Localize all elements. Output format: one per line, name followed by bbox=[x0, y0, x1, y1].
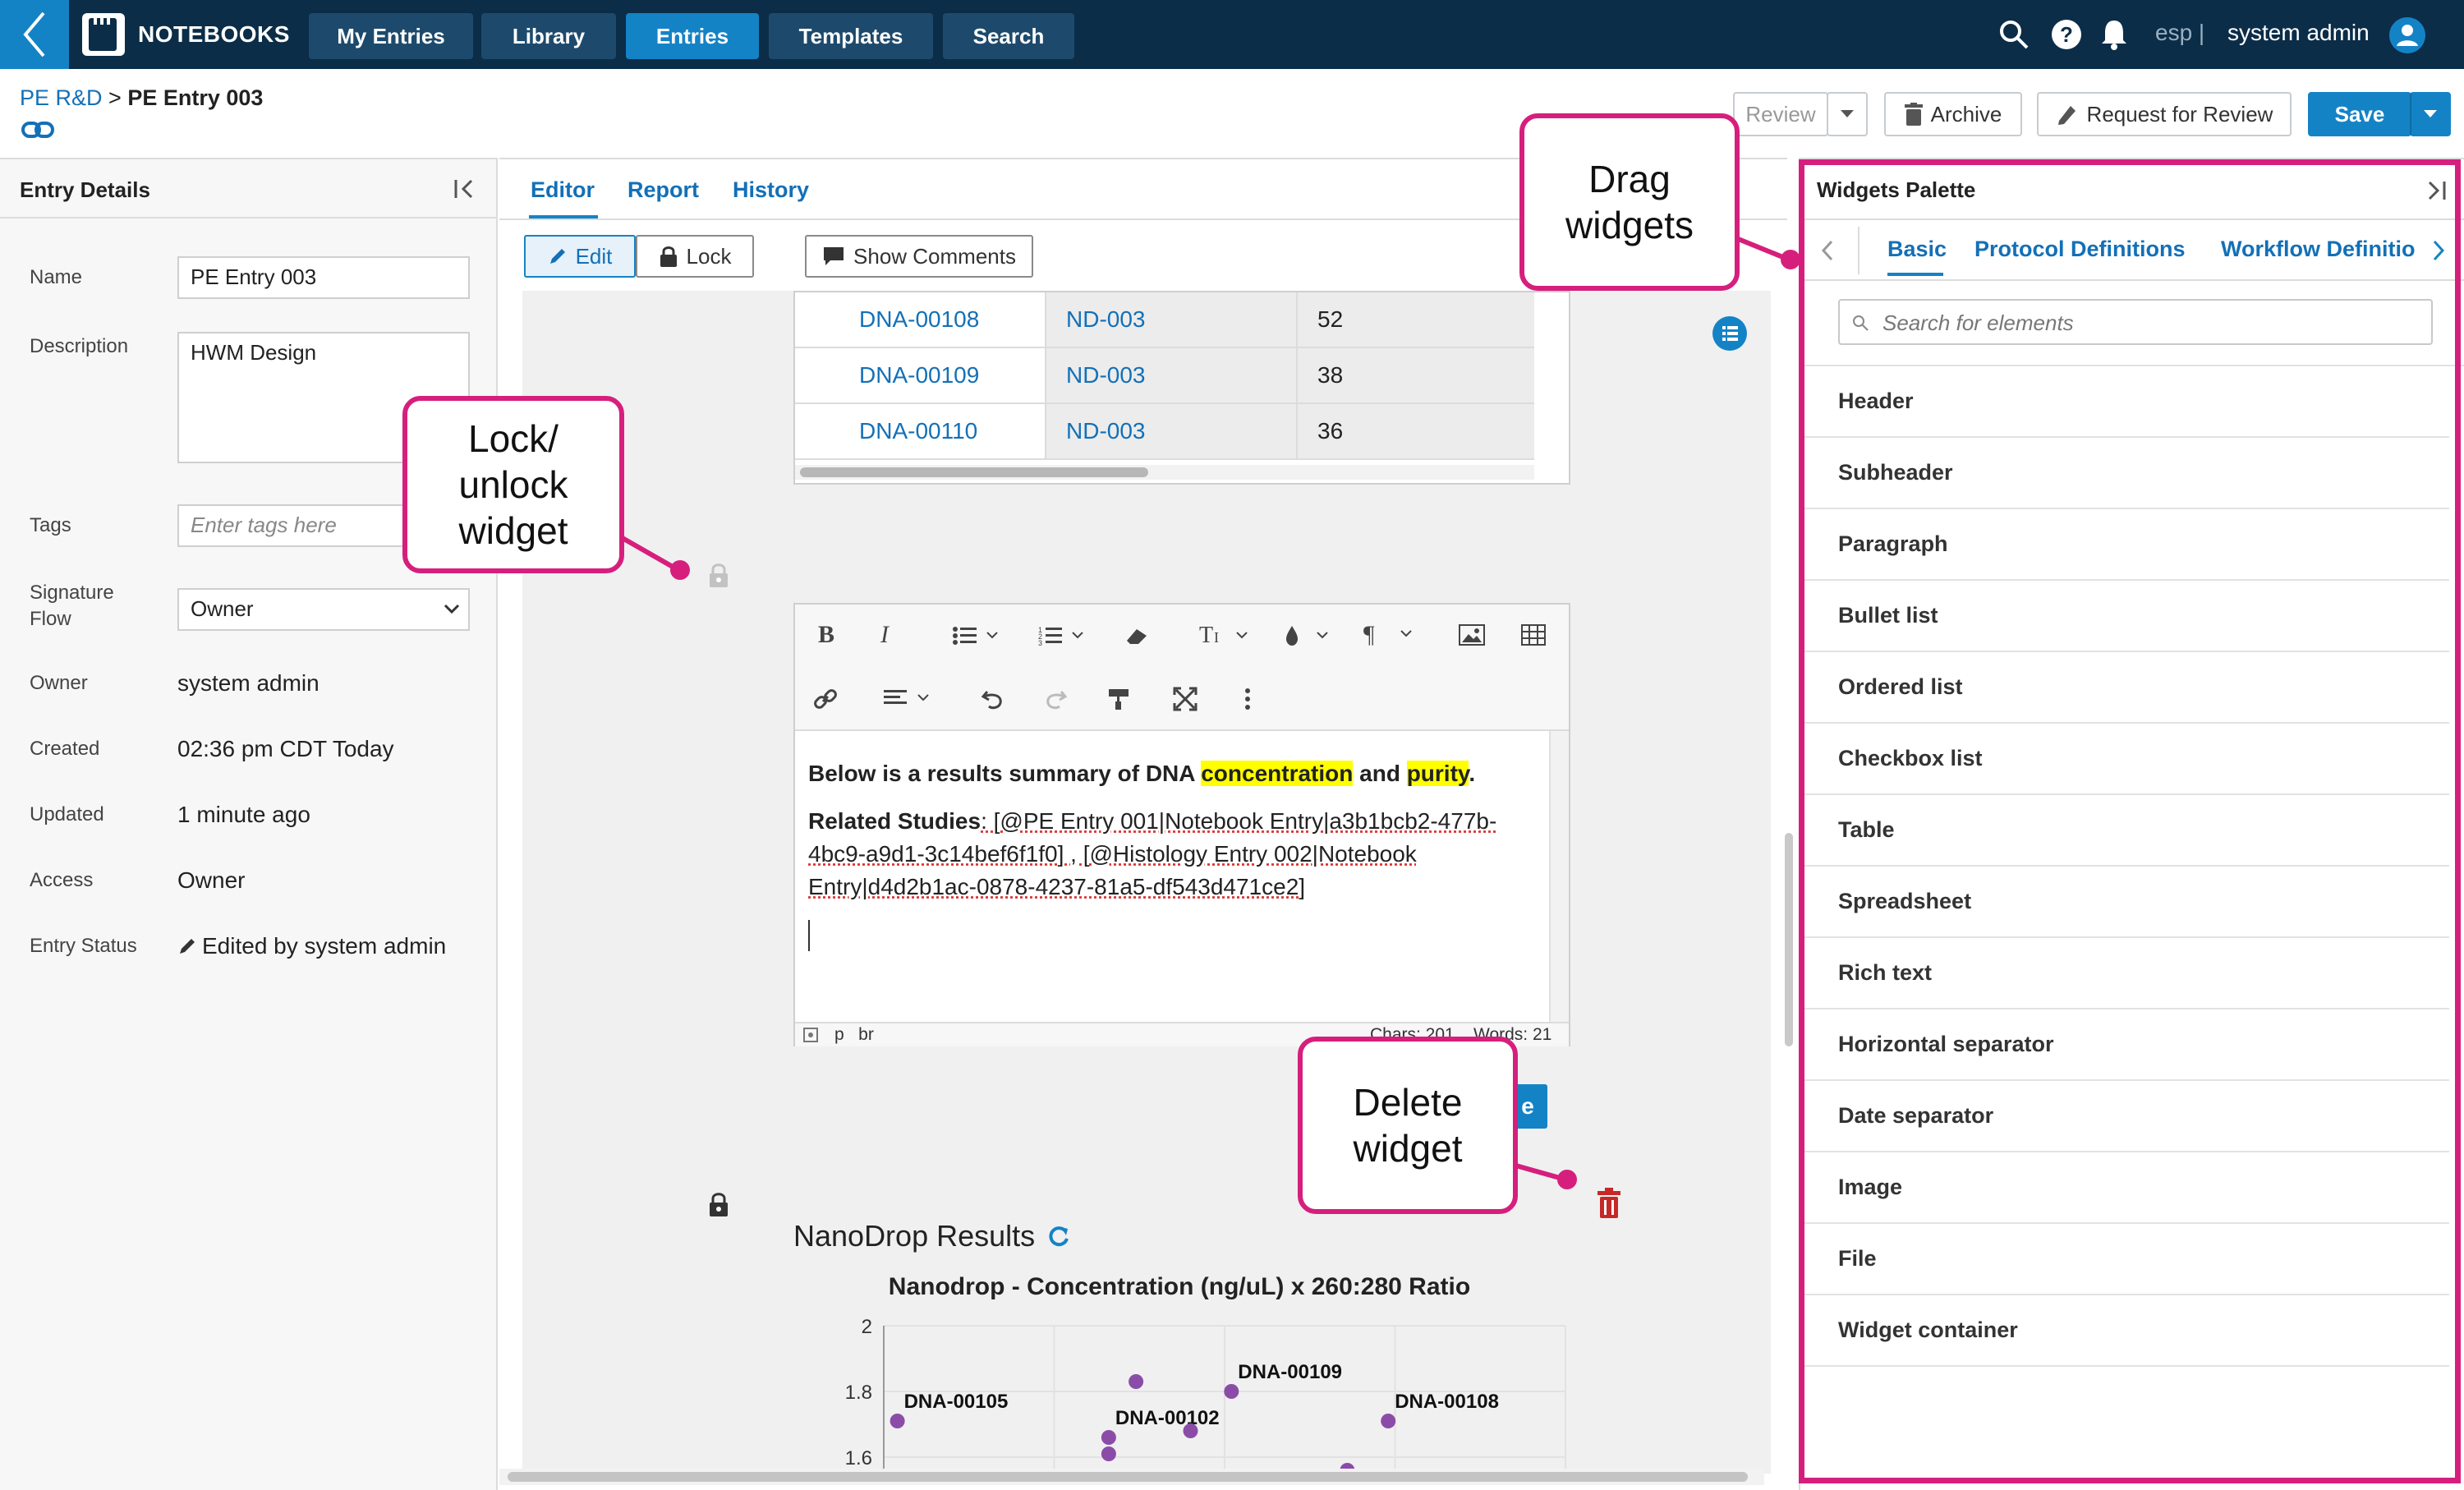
lock-unlock-callout-text: Lock/ unlock widget bbox=[458, 417, 568, 552]
drag-widgets-callout: Drag widgets bbox=[1519, 113, 1740, 291]
lock-callout-dot bbox=[670, 560, 690, 580]
callout-connectors bbox=[619, 236, 1800, 1189]
delete-widget-callout-text: Delete widget bbox=[1353, 1081, 1463, 1170]
delete-callout-dot bbox=[1557, 1170, 1577, 1189]
lock-unlock-callout: Lock/ unlock widget bbox=[402, 396, 624, 573]
drag-callout-connector bbox=[1735, 236, 1791, 262]
drag-callout-dot bbox=[1781, 250, 1800, 269]
delete-widget-callout: Delete widget bbox=[1298, 1037, 1518, 1214]
lock-callout-connector bbox=[619, 535, 680, 573]
drag-widgets-callout-text: Drag widgets bbox=[1565, 158, 1694, 246]
